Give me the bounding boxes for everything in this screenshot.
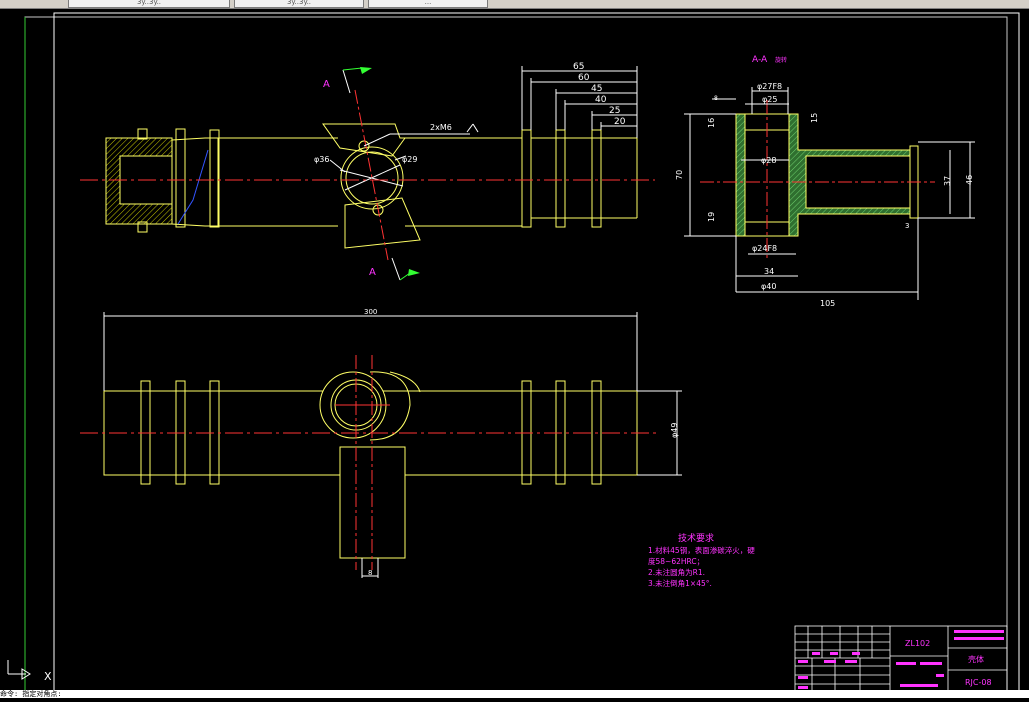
svg-text:3.未注倒角1×45°.: 3.未注倒角1×45°. [648,578,712,588]
material-code: ZL102 [905,639,930,648]
ucs-icon [7,660,31,680]
svg-text:A-A: A-A [752,55,768,65]
svg-text:旋转: 旋转 [775,56,787,64]
svg-text:φ40: φ40 [761,282,776,291]
file-tab-1[interactable]: 3y..3y.. [68,0,230,8]
svg-text:65: 65 [573,62,584,72]
svg-text:34: 34 [764,267,774,276]
svg-text:φ24F8: φ24F8 [752,244,777,253]
svg-text:46: 46 [965,175,974,185]
file-tab-bar: 3y..3y.. 3y..3y.. ... [0,0,1029,9]
svg-text:25: 25 [609,106,620,116]
svg-text:19: 19 [707,212,716,222]
svg-text:105: 105 [820,299,835,308]
drawing-canvas[interactable]: A A 2xM6 φ36 φ29 65 60 45 40 25 20 A-A 旋… [0,9,1029,699]
svg-text:φ28: φ28 [761,156,776,165]
top-view [103,371,638,559]
svg-text:φ25: φ25 [762,95,777,104]
svg-text:度58~62HRC；: 度58~62HRC； [648,556,704,566]
svg-text:技术要求: 技术要求 [678,532,714,544]
svg-text:3: 3 [905,222,909,230]
svg-text:45: 45 [591,84,602,94]
svg-text:40: 40 [595,95,607,105]
dia-29-label: φ29 [402,155,417,164]
svg-text:φ27F8: φ27F8 [757,82,782,91]
length-label: 300 [364,308,377,316]
cut-label-a-top: A [323,79,330,90]
file-tab-2[interactable]: 3y..3y.. [234,0,364,8]
cut-label-a-bottom: A [369,267,376,278]
svg-text:15: 15 [810,113,819,123]
ucs-x-label: X [44,670,52,683]
svg-text:2.未注圆角为R1.: 2.未注圆角为R1. [648,567,705,577]
svg-text:37: 37 [943,176,952,186]
dia-36-label: φ36 [314,155,329,164]
cut-arrow-icon [408,269,420,276]
file-tab-3[interactable]: ... [368,0,488,8]
svg-text:1.材料45钢，表面渗碳淬火，硬: 1.材料45钢，表面渗碳淬火，硬 [648,545,755,555]
part-name: 壳体 [968,654,984,664]
svg-text:8: 8 [714,95,718,102]
command-line[interactable]: 命令: 指定对角点: [0,690,1029,698]
drawing-number: RJC-08 [965,678,992,687]
technical-notes: 技术要求 1.材料45钢，表面渗碳淬火，硬 度58~62HRC； 2.未注圆角为… [648,532,755,588]
leaders [329,123,479,173]
svg-text:70: 70 [675,170,684,180]
svg-text:16: 16 [707,118,716,128]
dim-8-label: 8 [368,569,372,577]
stacked-dim-labels: 65 60 45 40 25 20 [573,62,626,127]
svg-text:60: 60 [578,73,590,83]
svg-text:20: 20 [614,117,626,127]
thread-note: 2xM6 [430,123,452,132]
dia-49-label: φ49 [670,423,679,438]
